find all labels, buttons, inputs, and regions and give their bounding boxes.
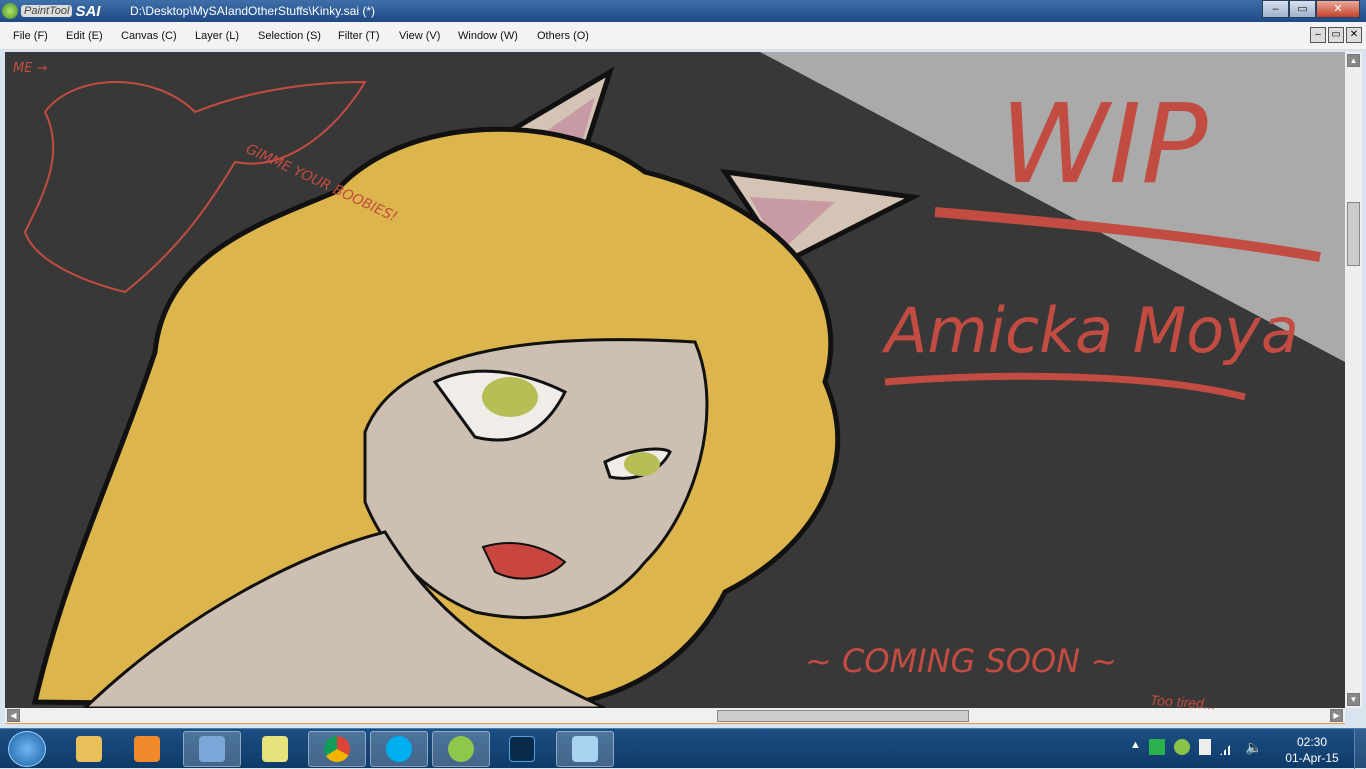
power-plug-icon[interactable] <box>1199 739 1211 755</box>
volume-icon[interactable]: 🔈 <box>1245 739 1262 755</box>
taskbar-photoshop[interactable] <box>493 731 551 767</box>
taskbar-chrome[interactable] <box>308 731 366 767</box>
keyboard-icon <box>199 736 225 762</box>
maximize-button[interactable]: ▭ <box>1289 0 1316 18</box>
menu-filter[interactable]: Filter (T) <box>338 30 380 42</box>
menu-window[interactable]: Window (W) <box>458 30 518 42</box>
vertical-scrollbar[interactable]: ▲ ▼ <box>1345 52 1362 708</box>
me-label: ME → <box>13 61 48 76</box>
folder-icon <box>76 736 102 762</box>
chrome-icon <box>324 736 350 762</box>
app-logo: PaintTool SAI <box>2 2 100 20</box>
sync-tray-icon[interactable] <box>1149 739 1165 755</box>
sai-logo-icon <box>2 3 18 19</box>
horizontal-scroll-thumb[interactable] <box>717 710 969 722</box>
menu-selection[interactable]: Selection (S) <box>258 30 321 42</box>
taskbar-notepad[interactable] <box>556 731 614 767</box>
sai-icon <box>448 736 474 762</box>
menu-edit[interactable]: Edit (E) <box>66 30 103 42</box>
scroll-up-arrow-icon[interactable]: ▲ <box>1347 54 1360 67</box>
artwork: WIP Amicka Moya ~ COMING SOON ~ ME → GIM… <box>13 52 1345 708</box>
logo-text: PaintTool <box>21 5 73 17</box>
menu-bar: File (F) Edit (E) Canvas (C) Layer (L) S… <box>0 22 1366 50</box>
left-iris <box>482 377 538 417</box>
scroll-right-arrow-icon[interactable]: ▶ <box>1330 709 1343 722</box>
system-tray: ▲ 🔈 <box>1130 739 1262 755</box>
scroll-down-arrow-icon[interactable]: ▼ <box>1347 693 1360 706</box>
doc-maximize-button[interactable]: ▭ <box>1328 27 1344 43</box>
window-title: D:\Desktop\MySAIandOtherStuffs\Kinky.sai… <box>130 4 375 18</box>
horizontal-scrollbar[interactable]: ◀ ▶ <box>5 708 1345 724</box>
menu-layer[interactable]: Layer (L) <box>195 30 239 42</box>
menu-view[interactable]: View (V) <box>399 30 440 42</box>
taskbar-skype[interactable] <box>370 731 428 767</box>
clock-time: 02:30 <box>1296 735 1328 749</box>
menu-canvas[interactable]: Canvas (C) <box>121 30 177 42</box>
vertical-scroll-thumb[interactable] <box>1347 202 1360 266</box>
show-hidden-icons-icon[interactable]: ▲ <box>1130 739 1141 755</box>
close-button[interactable]: ✕ <box>1316 0 1360 18</box>
title-bar: PaintTool SAI D:\Desktop\MySAIandOtherSt… <box>0 0 1366 22</box>
doc-close-button[interactable]: ✕ <box>1346 27 1362 43</box>
taskbar-painttool-sai[interactable] <box>432 731 490 767</box>
taskbar-sticky-notes[interactable] <box>246 731 304 767</box>
minimize-button[interactable]: ‒ <box>1262 0 1289 18</box>
wip-text: WIP <box>1000 80 1208 208</box>
taskbar-explorer[interactable] <box>60 731 118 767</box>
menu-file[interactable]: File (F) <box>13 30 48 42</box>
name-underline <box>884 372 1246 401</box>
security-tray-icon[interactable] <box>1174 739 1190 755</box>
artist-name-text: Amicka Moya <box>881 294 1299 367</box>
show-desktop-button[interactable] <box>1354 729 1366 769</box>
taskbar: ▲ 🔈 02:30 01-Apr-15 <box>0 728 1366 769</box>
right-iris <box>624 452 660 476</box>
taskbar-keyboard-app[interactable] <box>183 731 241 767</box>
doc-minimize-button[interactable]: ‒ <box>1310 27 1326 43</box>
menu-others[interactable]: Others (O) <box>537 30 589 42</box>
media-player-icon <box>134 736 160 762</box>
drawing-canvas[interactable]: WIP Amicka Moya ~ COMING SOON ~ ME → GIM… <box>5 52 1345 708</box>
taskbar-media-player[interactable] <box>118 731 176 767</box>
start-button[interactable] <box>8 731 46 767</box>
photoshop-icon <box>509 736 535 762</box>
sticky-notes-icon <box>262 736 288 762</box>
skype-icon <box>386 736 412 762</box>
coming-soon-text: ~ COMING SOON ~ <box>805 642 1117 680</box>
notepad-icon <box>572 736 598 762</box>
clock-date: 01-Apr-15 <box>1285 751 1339 765</box>
clock[interactable]: 02:30 01-Apr-15 <box>1280 734 1344 766</box>
logo-text-sai: SAI <box>75 2 101 20</box>
scroll-left-arrow-icon[interactable]: ◀ <box>7 709 20 722</box>
network-signal-icon[interactable] <box>1220 739 1236 755</box>
